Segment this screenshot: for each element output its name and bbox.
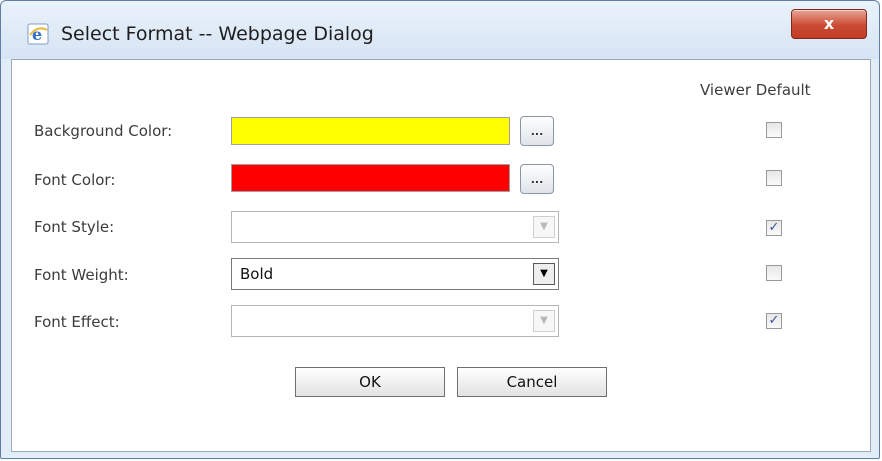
font-weight-value: Bold bbox=[240, 265, 274, 283]
title-bar[interactable]: e Select Format -- Webpage Dialog x bbox=[1, 1, 879, 59]
font-weight-default-checkbox[interactable] bbox=[766, 265, 782, 281]
font-weight-select[interactable]: Bold ▼ bbox=[231, 258, 559, 290]
window-title: Select Format -- Webpage Dialog bbox=[61, 23, 374, 45]
font-style-select[interactable]: ▼ bbox=[231, 211, 559, 243]
dialog-window: e Select Format -- Webpage Dialog x View… bbox=[0, 0, 880, 459]
font-color-swatch[interactable] bbox=[231, 164, 510, 192]
close-button[interactable]: x bbox=[791, 9, 867, 39]
chevron-down-icon[interactable]: ▼ bbox=[533, 310, 555, 332]
font-effect-default-checkbox[interactable]: ✓ bbox=[766, 313, 782, 329]
font-color-label: Font Color: bbox=[34, 171, 116, 189]
font-effect-select[interactable]: ▼ bbox=[231, 305, 559, 337]
chevron-down-icon[interactable]: ▼ bbox=[533, 263, 555, 285]
font-color-default-checkbox[interactable] bbox=[766, 170, 782, 186]
font-effect-label: Font Effect: bbox=[34, 313, 120, 331]
font-color-picker-button[interactable]: ... bbox=[520, 164, 554, 194]
cancel-button[interactable]: Cancel bbox=[457, 367, 607, 397]
check-icon: ✓ bbox=[768, 220, 780, 235]
background-color-picker-button[interactable]: ... bbox=[520, 116, 554, 146]
check-icon: ✓ bbox=[768, 313, 780, 328]
font-style-label: Font Style: bbox=[34, 218, 115, 236]
dialog-content: Viewer Default Background Color: ... Fon… bbox=[11, 59, 871, 452]
ok-button[interactable]: OK bbox=[295, 367, 445, 397]
chevron-down-icon[interactable]: ▼ bbox=[533, 216, 555, 238]
font-weight-label: Font Weight: bbox=[34, 266, 129, 284]
background-color-swatch[interactable] bbox=[231, 117, 510, 145]
background-color-default-checkbox[interactable] bbox=[766, 122, 782, 138]
internet-explorer-icon: e bbox=[27, 23, 49, 45]
background-color-label: Background Color: bbox=[34, 122, 173, 140]
viewer-default-header: Viewer Default bbox=[700, 81, 811, 99]
font-style-default-checkbox[interactable]: ✓ bbox=[766, 220, 782, 236]
